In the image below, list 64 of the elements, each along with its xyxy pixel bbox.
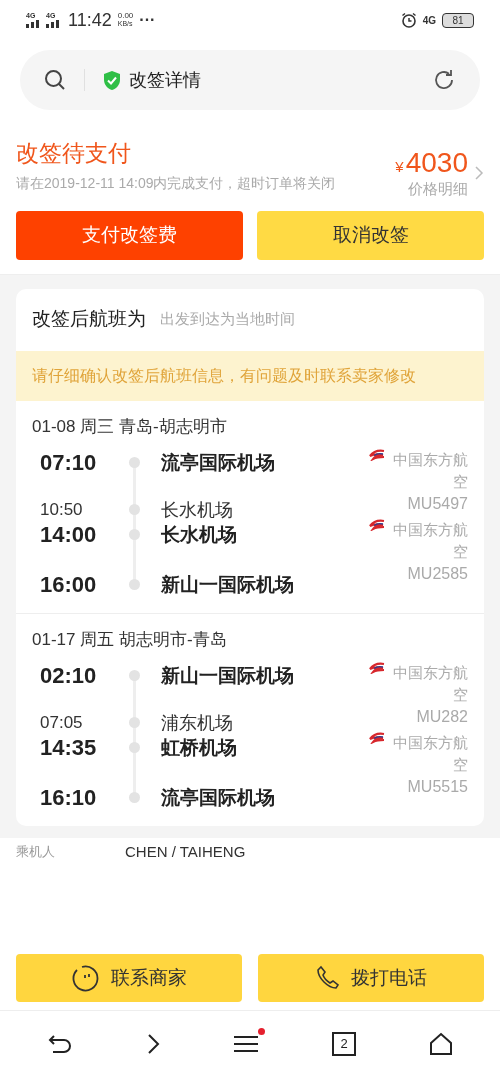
action-button[interactable]: 取消改签 xyxy=(257,210,484,260)
refresh-icon[interactable] xyxy=(432,68,456,92)
airline-name: 中国东方航空 xyxy=(392,732,468,775)
currency-symbol: ¥ xyxy=(395,157,404,177)
passenger-label: 乘机人 xyxy=(16,843,55,860)
airline-logo-icon xyxy=(369,448,385,461)
page-title: 改签详情 xyxy=(129,68,201,92)
airline-name: 中国东方航空 xyxy=(392,519,468,562)
address-bar[interactable]: 改签详情 xyxy=(20,50,480,110)
clock: 11:42 xyxy=(68,8,112,32)
flight-time: 14:35 xyxy=(40,733,98,762)
passenger-name: CHEN / TAIHENG xyxy=(125,843,246,860)
tabs-count-button[interactable]: 2 xyxy=(332,1031,357,1056)
phone-icon xyxy=(315,965,341,991)
airline-logo-icon xyxy=(369,661,385,674)
signal-icon xyxy=(46,20,60,28)
price-detail-label: 价格明细 xyxy=(408,178,468,199)
home-icon[interactable] xyxy=(429,1031,454,1056)
card-subtitle: 出发到达为当地时间 xyxy=(160,309,295,330)
airport-name: 浦东机场 xyxy=(161,711,233,734)
flight-number: MU2585 xyxy=(407,563,468,584)
flight-time: 16:10 xyxy=(40,783,98,812)
warning-banner: 请仔细确认改签后航班信息，有问题及时联系卖家修改 xyxy=(16,350,484,401)
airline-logo-icon xyxy=(369,518,385,531)
alarm-icon xyxy=(400,12,417,28)
flight-time: 02:10 xyxy=(40,661,98,690)
flight-number: MU282 xyxy=(416,706,468,727)
flight-time: 07:05 xyxy=(40,711,84,734)
airport-name: 流亭国际机场 xyxy=(161,785,275,810)
price: 4030 xyxy=(405,148,468,178)
airport-name: 新山一国际机场 xyxy=(161,572,294,597)
airport-name: 新山一国际机场 xyxy=(161,663,294,688)
card-title: 改签后航班为 xyxy=(32,307,146,332)
leg-header: 01-17 周五 胡志明市-青岛 xyxy=(32,628,228,651)
airport-name: 长水机场 xyxy=(161,522,237,547)
forward-icon[interactable] xyxy=(145,1032,160,1055)
flight-time: 14:00 xyxy=(40,520,98,549)
speed-value: 0.00 xyxy=(117,12,134,20)
flight-number: MU5497 xyxy=(407,493,468,514)
payment-notice: 请在2019-12-11 14:09内完成支付，超时订单将关闭 xyxy=(16,174,337,193)
leg-header: 01-08 周三 青岛-胡志明市 xyxy=(32,415,228,438)
airport-name: 长水机场 xyxy=(161,498,233,521)
flight-time: 10:50 xyxy=(40,498,84,521)
more-indicator: ··· xyxy=(139,10,156,30)
contact-button[interactable]: 联系商家 xyxy=(16,954,242,1002)
chevron-right-icon xyxy=(474,165,484,182)
airline-name: 中国东方航空 xyxy=(392,662,468,705)
airline-logo-icon xyxy=(369,731,385,744)
network-label: 4G xyxy=(422,13,436,28)
airline-name: 中国东方航空 xyxy=(392,449,468,492)
search-icon[interactable] xyxy=(44,69,66,91)
airport-name: 流亭国际机场 xyxy=(161,450,275,475)
airport-name: 虹桥机场 xyxy=(161,735,237,760)
order-status: 改签待支付 xyxy=(16,139,132,168)
back-icon[interactable] xyxy=(46,1032,73,1055)
flight-time: 16:00 xyxy=(40,570,98,599)
shield-check-icon xyxy=(103,69,121,91)
flight-number: MU5515 xyxy=(407,776,468,797)
smile-face-icon xyxy=(71,963,101,993)
flight-time: 07:10 xyxy=(40,448,98,477)
contact-button[interactable]: 拨打电话 xyxy=(258,954,484,1002)
signal-icon xyxy=(26,20,40,28)
action-button[interactable]: 支付改签费 xyxy=(16,210,243,260)
battery-indicator: 81 xyxy=(442,12,474,28)
